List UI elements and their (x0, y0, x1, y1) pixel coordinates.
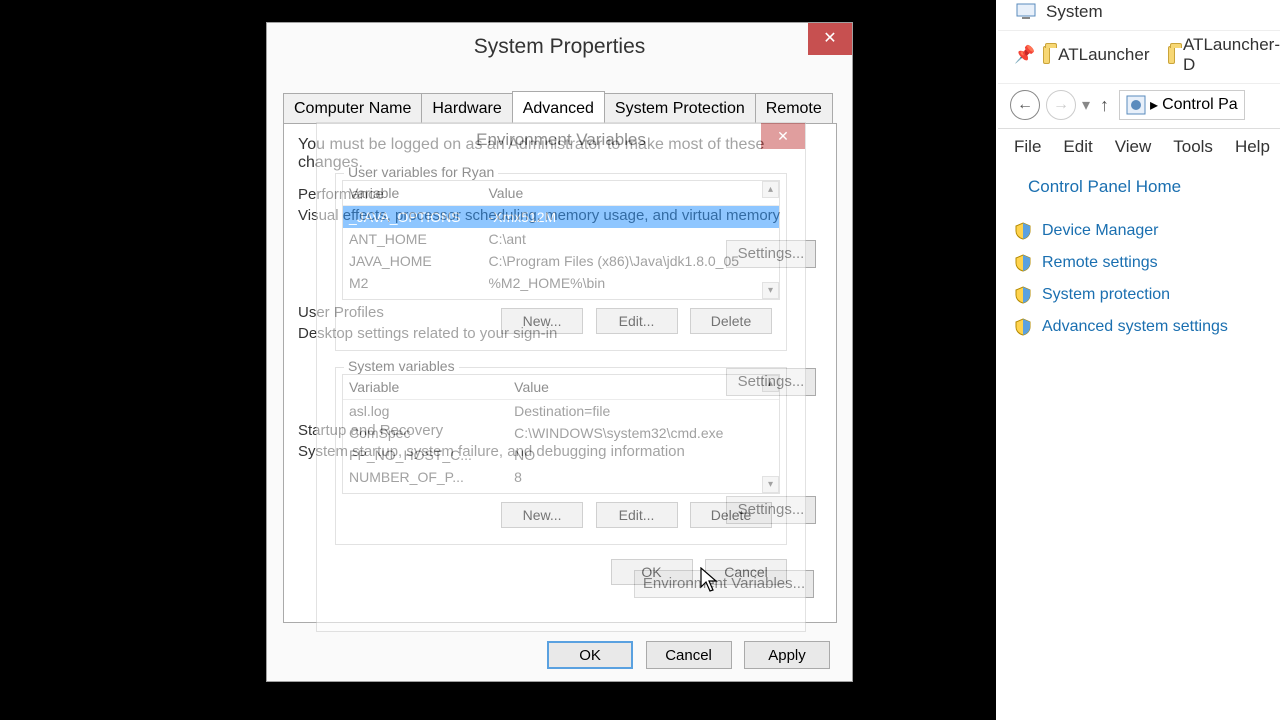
menu-help[interactable]: Help (1235, 137, 1270, 157)
sidebar-item-advanced-system-settings[interactable]: Advanced system settings (1014, 311, 1280, 343)
edit-button[interactable]: Edit... (596, 308, 678, 334)
folder-icon (1043, 46, 1050, 64)
environment-variables-dialog: Environment Variables ✕ User variables f… (316, 122, 806, 632)
sidebar-item-device-manager[interactable]: Device Manager (1014, 215, 1280, 247)
col-value: Value (482, 181, 779, 206)
col-value: Value (508, 375, 779, 400)
scroll-up-icon[interactable]: ▴ (762, 375, 779, 392)
forward-icon[interactable]: → (1046, 90, 1076, 120)
col-variable: Variable (343, 375, 508, 400)
envdlg-bottom-buttons: OK Cancel (317, 551, 805, 585)
user-variables-list[interactable]: ▴ VariableValue _JAVA_OPTIONS-Xmx512M AN… (342, 180, 780, 300)
explorer-window: System 📌 ATLauncher ATLauncher-D ← → ▾ ↑… (998, 0, 1280, 720)
pinned-folder[interactable]: ATLauncher-D (1183, 35, 1280, 75)
new-button[interactable]: New... (501, 308, 583, 334)
system-variables-label: System variables (344, 358, 459, 374)
tab-advanced[interactable]: Advanced (512, 91, 605, 125)
table-row[interactable]: asl.logDestination=file (343, 400, 779, 423)
system-variables-group: System variables ▴ VariableValue asl.log… (335, 367, 787, 545)
menu-edit[interactable]: Edit (1063, 137, 1092, 157)
nav-bar: ← → ▾ ↑ ▸ Control Pa (998, 84, 1280, 129)
scroll-down-icon[interactable]: ▾ (762, 282, 779, 299)
delete-button[interactable]: Delete (690, 308, 772, 334)
scroll-down-icon[interactable]: ▾ (762, 476, 779, 493)
ok-button[interactable]: OK (547, 641, 633, 669)
new-button[interactable]: New... (501, 502, 583, 528)
system-variables-list[interactable]: ▴ VariableValue asl.logDestination=file … (342, 374, 780, 494)
control-panel-icon (1126, 95, 1146, 115)
sidebar-item-remote-settings[interactable]: Remote settings (1014, 247, 1280, 279)
shield-icon (1014, 286, 1032, 304)
table-row[interactable]: M2%M2_HOME%\bin (343, 272, 779, 294)
apply-button[interactable]: Apply (744, 641, 830, 669)
pinned-folder[interactable]: ATLauncher (1058, 45, 1149, 65)
table-row[interactable]: ANT_HOMEC:\ant (343, 228, 779, 250)
edit-button[interactable]: Edit... (596, 502, 678, 528)
cursor-icon (700, 567, 720, 593)
cancel-button[interactable]: Cancel (646, 641, 732, 669)
back-icon[interactable]: ← (1010, 90, 1040, 120)
control-panel-home-link[interactable]: Control Panel Home (998, 165, 1280, 215)
shield-icon (1014, 222, 1032, 240)
shield-icon (1014, 318, 1032, 336)
scroll-up-icon[interactable]: ▴ (762, 181, 779, 198)
up-icon[interactable]: ↑ (1096, 95, 1113, 116)
close-icon[interactable]: ✕ (808, 23, 852, 55)
folder-icon (1168, 46, 1175, 64)
col-variable: Variable (343, 181, 482, 206)
envdlg-titlebar: Environment Variables ✕ (317, 123, 805, 157)
breadcrumb-sep: ▸ (1150, 95, 1158, 115)
computer-icon (1014, 0, 1038, 24)
table-row[interactable]: _JAVA_OPTIONS-Xmx512M (343, 206, 779, 229)
envdlg-title: Environment Variables (476, 130, 646, 149)
side-links: Device Manager Remote settings System pr… (998, 215, 1280, 343)
user-var-buttons: New... Edit... Delete (342, 300, 780, 344)
user-variables-group: User variables for Ryan ▴ VariableValue … (335, 173, 787, 351)
menu-bar: File Edit View Tools Help (998, 129, 1280, 165)
user-variables-label: User variables for Ryan (344, 164, 498, 180)
delete-button[interactable]: Delete (690, 502, 772, 528)
breadcrumb[interactable]: Control Pa (1162, 96, 1238, 114)
dialog-title: System Properties (474, 35, 646, 58)
menu-view[interactable]: View (1115, 137, 1152, 157)
table-row[interactable]: JAVA_HOMEC:\Program Files (x86)\Java\jdk… (343, 250, 779, 272)
menu-file[interactable]: File (1014, 137, 1041, 157)
menu-tools[interactable]: Tools (1173, 137, 1213, 157)
address-bar[interactable]: ▸ Control Pa (1119, 90, 1245, 120)
table-row[interactable]: FP_NO_HOST_C...NO (343, 444, 779, 466)
table-row[interactable]: ComSpecC:\WINDOWS\system32\cmd.exe (343, 422, 779, 444)
window-title: System (1046, 2, 1103, 22)
sidebar-item-system-protection[interactable]: System protection (1014, 279, 1280, 311)
pin-icon[interactable]: 📌 (1014, 43, 1035, 67)
sidebar-item-label: System protection (1042, 286, 1170, 304)
sidebar-item-label: Remote settings (1042, 254, 1158, 272)
sys-var-buttons: New... Edit... Delete (342, 494, 780, 538)
table-row[interactable]: NUMBER_OF_P...8 (343, 466, 779, 488)
titlebar: System Properties ✕ (267, 23, 852, 71)
chevron-down-icon[interactable]: ▾ (1082, 95, 1090, 115)
sidebar-item-label: Advanced system settings (1042, 318, 1228, 336)
shield-icon (1014, 254, 1032, 272)
dialog-buttons: OK Cancel Apply (539, 641, 830, 669)
ok-button[interactable]: OK (611, 559, 693, 585)
close-icon[interactable]: ✕ (761, 123, 805, 149)
sidebar-item-label: Device Manager (1042, 222, 1159, 240)
